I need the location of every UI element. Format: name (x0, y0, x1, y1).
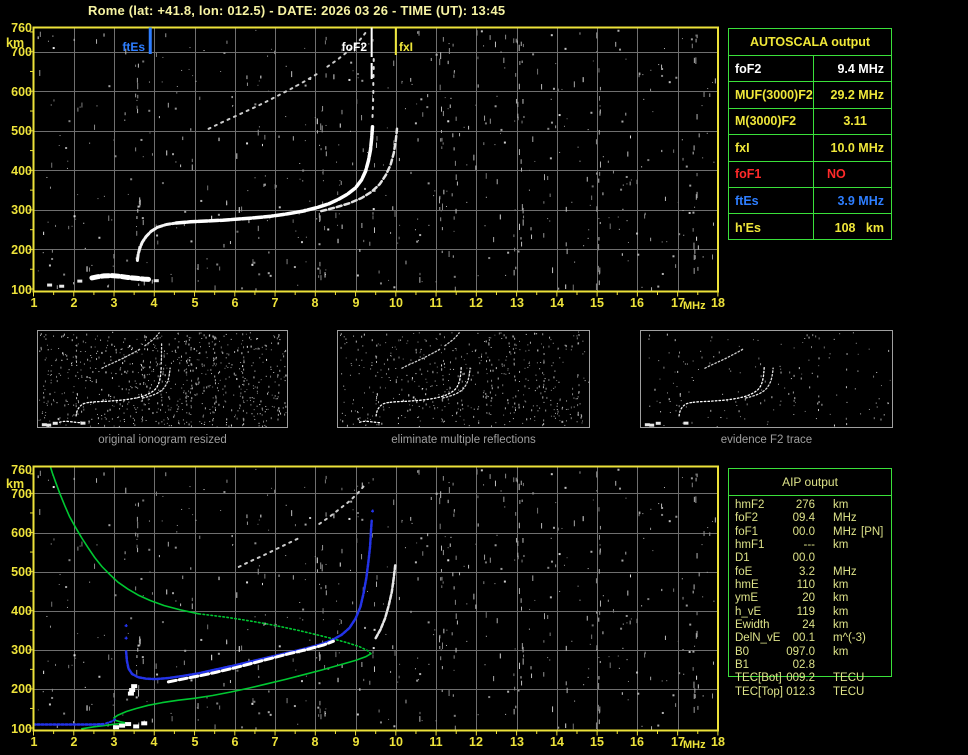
second-hop-upper (444, 332, 460, 347)
x-branch (320, 127, 399, 213)
f2-trace (89, 366, 162, 403)
profile-bottomside (81, 652, 372, 730)
panel-border-1 (337, 330, 590, 428)
marker-lines (148, 27, 397, 79)
f2-trace (389, 366, 462, 403)
marker-line-foF2 (370, 63, 373, 79)
second-hop (401, 347, 442, 369)
panel-noise-0 (38, 331, 287, 427)
x-branch (142, 367, 171, 399)
panel-traces-2 (644, 347, 774, 427)
bottom-plot-grid (34, 467, 717, 730)
second-hop-upper (144, 332, 160, 347)
graphics-layer (28, 26, 893, 736)
panel-border-0 (37, 330, 288, 428)
profile-topside (49, 467, 200, 615)
virtual-f-trace (124, 519, 373, 681)
f2-trace (174, 125, 375, 225)
es-trace (358, 420, 382, 424)
es-specks (644, 421, 689, 427)
profile-peak-dotted (197, 612, 372, 655)
autoscala-app-window: { "title": "Rome (lat: +41.8, lon: 012.5… (0, 0, 968, 755)
second-hop (101, 347, 142, 369)
es-trace (58, 420, 82, 424)
panel-border-2 (640, 330, 893, 428)
x-branch (442, 367, 471, 399)
f2-trace (692, 366, 765, 403)
f-hook (375, 401, 391, 417)
f-hook (135, 221, 178, 262)
hop-arc (237, 537, 301, 568)
second-hop (207, 72, 319, 130)
marker-line-ftEs (148, 27, 152, 54)
virtual-f-marks (124, 509, 374, 640)
panel-noise-1 (340, 331, 589, 427)
bottom-plot-noise (37, 468, 716, 730)
es-trace (89, 273, 153, 282)
restored-x-branch (374, 562, 397, 640)
x-branch (745, 367, 774, 399)
panel-traces-1 (358, 332, 471, 424)
top-plot-grid (34, 28, 717, 291)
second-hop (704, 347, 745, 369)
panel-traces-0 (41, 332, 171, 427)
marker-line-foF2 (370, 27, 373, 57)
f-hook (678, 401, 694, 417)
panel-noise-2 (648, 332, 891, 427)
marker-line-fxI (394, 27, 397, 55)
f2-asymptote (371, 55, 375, 118)
second-hop-upper (326, 30, 368, 68)
